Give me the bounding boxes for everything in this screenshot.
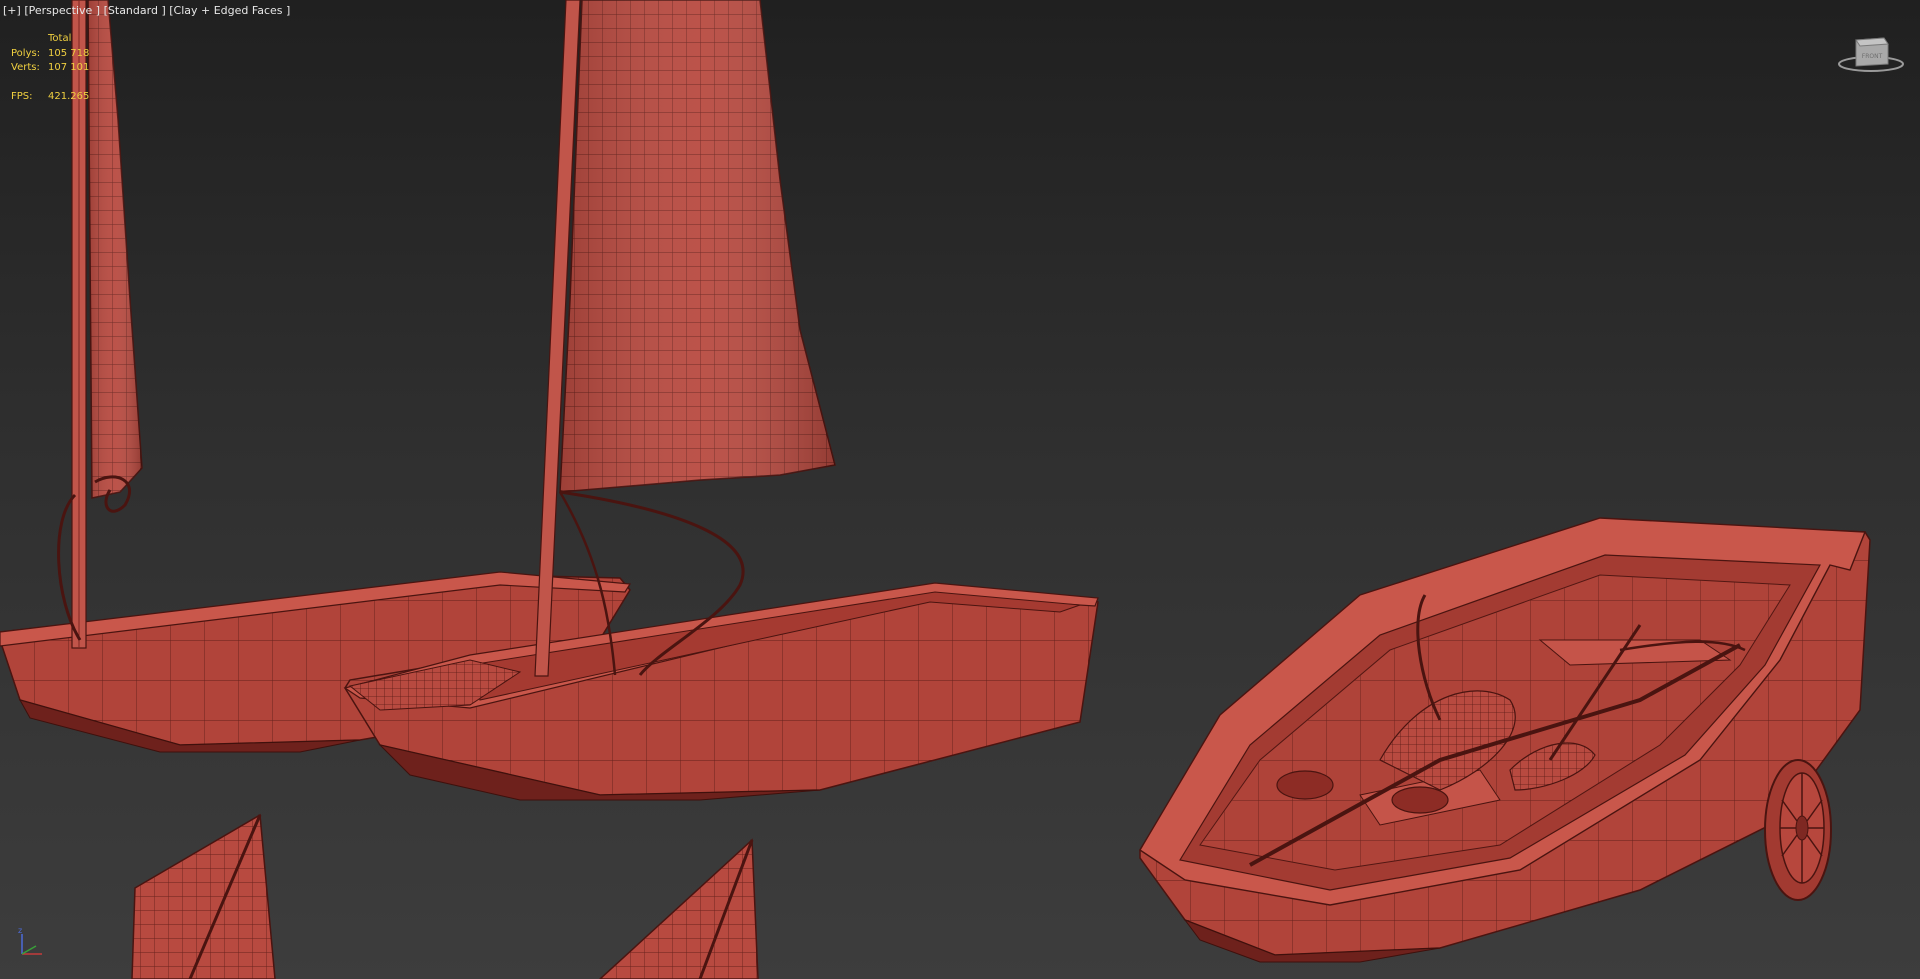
- viewport-menu-button[interactable]: [+]: [3, 4, 21, 17]
- viewport-statistics: Total Polys: 105 718 Verts: 107 101 FPS: 42…: [11, 32, 89, 104]
- stats-header: Total: [48, 33, 72, 44]
- stats-polys-value: 105 718: [48, 47, 90, 59]
- axis-z-label: z: [18, 926, 22, 935]
- viewport-style-button[interactable]: [Clay + Edged Faces ]: [169, 4, 290, 17]
- boat-left-model[interactable]: [0, 0, 632, 753]
- axis-tripod-icon: z: [18, 926, 42, 955]
- stats-verts-value: 107 101: [48, 62, 90, 73]
- scene-render[interactable]: [0, 0, 1920, 979]
- boat-trailer-model[interactable]: [1139, 517, 1871, 963]
- stats-polys-label: Polys:: [11, 47, 41, 59]
- viewport-label-bar: [+] [Perspective ] [Standard ] [Clay + E…: [3, 4, 290, 17]
- viewcube-icon[interactable]: FRONT: [1836, 30, 1906, 74]
- perspective-viewport[interactable]: [+] [Perspective ] [Standard ] [Clay + E…: [0, 0, 1920, 979]
- sail-fragment-bottom-center[interactable]: [598, 838, 759, 979]
- stats-fps-value: 421.265: [48, 90, 90, 102]
- viewcube-face-label: FRONT: [1862, 53, 1883, 60]
- sail-fragment-bottom-left[interactable]: [131, 813, 276, 979]
- boat-center-model[interactable]: [343, 0, 1099, 801]
- viewport-view-button[interactable]: [Perspective ]: [24, 4, 100, 17]
- stats-fps-label: FPS:: [11, 90, 33, 102]
- stats-verts-label: Verts:: [11, 62, 40, 73]
- viewport-shading-button[interactable]: [Standard ]: [104, 4, 166, 17]
